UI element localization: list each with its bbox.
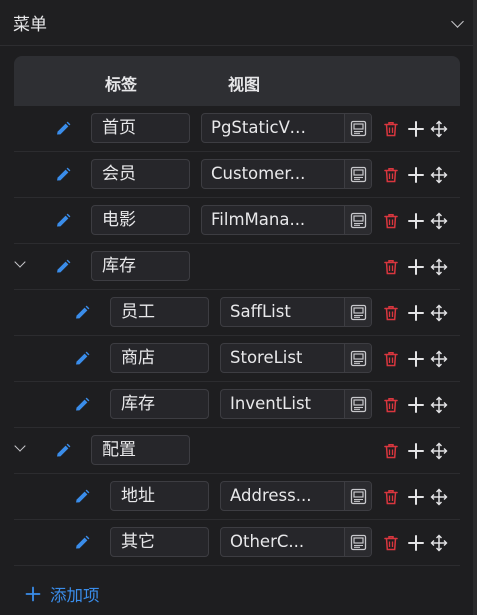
plus-icon[interactable] xyxy=(407,396,425,414)
menu-table: 标签 视图 首页 PgStaticVi... 会员 Customer... 电影 Film… xyxy=(14,56,460,566)
scrollbar[interactable] xyxy=(473,0,477,615)
panel-header[interactable]: 菜单 xyxy=(0,0,477,46)
trash-icon[interactable] xyxy=(382,120,400,138)
move-icon[interactable] xyxy=(430,304,448,322)
add-item-button[interactable]: 添加项 xyxy=(25,582,100,606)
plus-icon[interactable] xyxy=(407,258,425,276)
move-icon[interactable] xyxy=(430,442,448,460)
plus-icon[interactable] xyxy=(407,442,425,460)
view-select[interactable]: InventList xyxy=(220,389,372,419)
window-icon[interactable] xyxy=(344,298,371,326)
pencil-icon[interactable] xyxy=(53,211,73,231)
move-icon[interactable] xyxy=(430,534,448,552)
view-select[interactable]: FilmMana... xyxy=(201,205,372,235)
label-input[interactable]: 地址 xyxy=(110,481,209,511)
view-select[interactable]: Customer... xyxy=(201,159,372,189)
label-input[interactable]: 其它 xyxy=(110,527,209,557)
move-icon[interactable] xyxy=(430,166,448,184)
view-select-value: InventList xyxy=(230,394,312,413)
table-row: 电影 FilmMana... xyxy=(14,198,460,244)
pencil-icon[interactable] xyxy=(72,487,92,507)
table-row: 首页 PgStaticVi... xyxy=(14,106,460,152)
table-row: 库存 xyxy=(14,244,460,290)
trash-icon[interactable] xyxy=(382,488,400,506)
table-row: 配置 xyxy=(14,428,460,474)
table-row: 地址 Address... xyxy=(14,474,460,520)
plus-icon xyxy=(25,586,41,602)
chevron-down-icon[interactable] xyxy=(14,259,26,271)
view-select-value: SaffList xyxy=(230,302,291,321)
window-icon[interactable] xyxy=(344,206,371,234)
pencil-icon[interactable] xyxy=(53,257,73,277)
trash-icon[interactable] xyxy=(382,534,400,552)
pencil-icon[interactable] xyxy=(53,441,73,461)
view-select[interactable]: Address... xyxy=(220,481,372,511)
move-icon[interactable] xyxy=(430,350,448,368)
pencil-icon[interactable] xyxy=(72,303,92,323)
plus-icon[interactable] xyxy=(407,534,425,552)
label-input[interactable]: 员工 xyxy=(110,297,209,327)
view-select[interactable]: StoreList xyxy=(220,343,372,373)
collapse-panel-chevron-icon[interactable] xyxy=(451,17,463,29)
label-input[interactable]: 配置 xyxy=(91,435,190,465)
move-icon[interactable] xyxy=(430,396,448,414)
table-row: 员工 SaffList xyxy=(14,290,460,336)
trash-icon[interactable] xyxy=(382,442,400,460)
pencil-icon[interactable] xyxy=(53,165,73,185)
window-icon[interactable] xyxy=(344,482,371,510)
table-row: 库存 InventList xyxy=(14,382,460,428)
view-select-value: FilmMana... xyxy=(211,210,306,229)
move-icon[interactable] xyxy=(430,212,448,230)
plus-icon[interactable] xyxy=(407,304,425,322)
window-icon[interactable] xyxy=(344,160,371,188)
plus-icon[interactable] xyxy=(407,120,425,138)
plus-icon[interactable] xyxy=(407,212,425,230)
view-select-value: OtherC... xyxy=(230,532,305,551)
view-select-value: StoreList xyxy=(230,348,303,367)
pencil-icon[interactable] xyxy=(72,395,92,415)
chevron-down-icon[interactable] xyxy=(14,443,26,455)
view-select-value: Address... xyxy=(230,486,312,505)
trash-icon[interactable] xyxy=(382,258,400,276)
menu-panel: 菜单 标签 视图 首页 PgStaticVi... 会员 Customer... 电影 F… xyxy=(0,0,477,615)
column-header-view: 视图 xyxy=(228,75,261,94)
window-icon[interactable] xyxy=(344,390,371,418)
label-input[interactable]: 库存 xyxy=(110,389,209,419)
column-header-label: 标签 xyxy=(105,75,138,94)
table-row: 其它 OtherC... xyxy=(14,520,460,566)
table-header: 标签 视图 xyxy=(14,56,460,106)
pencil-icon[interactable] xyxy=(72,533,92,553)
label-input[interactable]: 首页 xyxy=(91,113,190,143)
move-icon[interactable] xyxy=(430,488,448,506)
move-icon[interactable] xyxy=(430,258,448,276)
view-select-value: Customer... xyxy=(211,164,306,183)
trash-icon[interactable] xyxy=(382,212,400,230)
plus-icon[interactable] xyxy=(407,350,425,368)
trash-icon[interactable] xyxy=(382,166,400,184)
window-icon[interactable] xyxy=(344,344,371,372)
view-select[interactable]: OtherC... xyxy=(220,527,372,557)
label-input[interactable]: 商店 xyxy=(110,343,209,373)
label-input[interactable]: 电影 xyxy=(91,205,190,235)
view-select[interactable]: SaffList xyxy=(220,297,372,327)
window-icon[interactable] xyxy=(344,114,371,142)
window-icon[interactable] xyxy=(344,528,371,556)
table-row: 会员 Customer... xyxy=(14,152,460,198)
trash-icon[interactable] xyxy=(382,304,400,322)
trash-icon[interactable] xyxy=(382,396,400,414)
table-row: 商店 StoreList xyxy=(14,336,460,382)
plus-icon[interactable] xyxy=(407,488,425,506)
move-icon[interactable] xyxy=(430,120,448,138)
table-body: 首页 PgStaticVi... 会员 Customer... 电影 FilmMana..… xyxy=(14,106,460,566)
pencil-icon[interactable] xyxy=(72,349,92,369)
view-select-value: PgStaticVi... xyxy=(211,118,308,137)
panel-title: 菜单 xyxy=(13,15,47,35)
trash-icon[interactable] xyxy=(382,350,400,368)
label-input[interactable]: 库存 xyxy=(91,251,190,281)
pencil-icon[interactable] xyxy=(53,119,73,139)
view-select[interactable]: PgStaticVi... xyxy=(201,113,372,143)
label-input[interactable]: 会员 xyxy=(91,159,190,189)
plus-icon[interactable] xyxy=(407,166,425,184)
add-item-label: 添加项 xyxy=(50,586,100,605)
